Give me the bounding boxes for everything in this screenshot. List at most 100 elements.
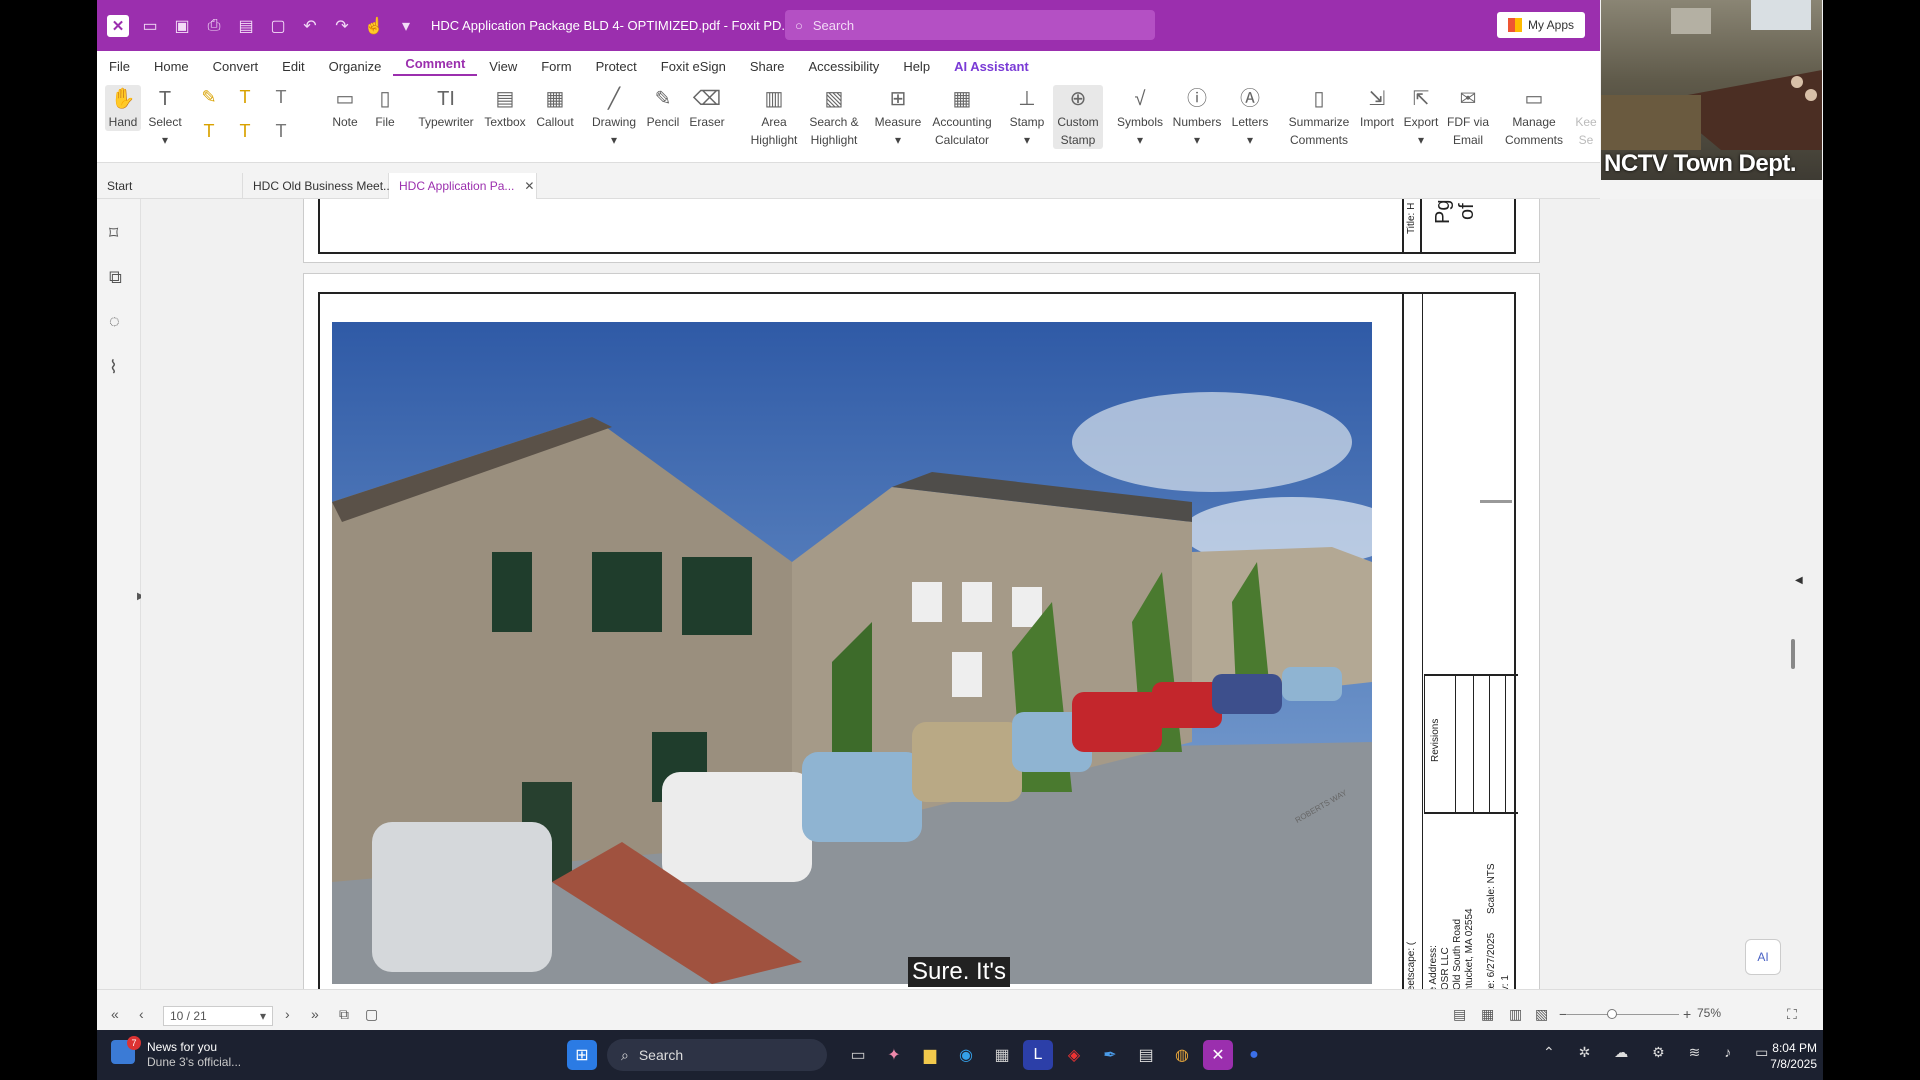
clock[interactable]: 8:04 PM 7/8/2025 <box>1757 1040 1817 1072</box>
last-page-icon[interactable]: » <box>311 1006 319 1022</box>
manage-comments-tool[interactable]: ▭ Manage Comments <box>1503 85 1565 149</box>
close-tab-icon[interactable]: ✕ <box>524 179 534 193</box>
drawing-tool[interactable]: ╱ Drawing ▾ <box>589 85 639 149</box>
summarize-comments-tool[interactable]: ▯ Summarize Comments <box>1287 85 1351 149</box>
my-apps-button[interactable]: My Apps <box>1497 12 1585 38</box>
security-app-icon[interactable]: ◈ <box>1059 1040 1089 1070</box>
menu-organize[interactable]: Organize <box>317 59 394 74</box>
print-icon[interactable]: ⎙ <box>203 17 225 35</box>
strikeout-icon[interactable]: T <box>263 87 299 121</box>
textbox-tool[interactable]: ▤ Textbox <box>483 85 527 131</box>
area-highlight-tool[interactable]: ▥ Area Highlight <box>747 85 801 149</box>
document-viewport[interactable]: Title: H Pg of ROBERTS WAY Revisions Str… <box>141 199 1823 989</box>
export-pdf-icon[interactable]: ▢ <box>267 16 289 36</box>
menu-file[interactable]: File <box>97 59 142 74</box>
collapse-right-panel-icon[interactable]: ◀ <box>1795 575 1803 586</box>
accounting-calculator-tool[interactable]: ▦ Accounting Calculator <box>929 85 995 149</box>
customize-dropdown-icon[interactable]: ▾ <box>395 16 417 36</box>
tab-hdc-old-business[interactable]: HDC Old Business Meet... <box>243 173 393 199</box>
zoom-out-icon[interactable]: − <box>1559 1006 1567 1022</box>
edge-browser-icon[interactable]: ◉ <box>951 1040 981 1070</box>
open-folder-icon[interactable]: ▭ <box>139 16 161 36</box>
menu-view[interactable]: View <box>477 59 529 74</box>
fullscreen-icon[interactable]: ⛶ <box>1787 1006 1797 1023</box>
first-page-icon[interactable]: « <box>111 1006 119 1022</box>
redo-icon[interactable]: ↷ <box>331 16 353 36</box>
next-view-icon[interactable]: ▢ <box>365 1006 378 1023</box>
comments-icon[interactable]: ◌ <box>109 311 120 332</box>
eraser-tool[interactable]: ⌫ Eraser <box>687 85 727 131</box>
pencil-tool[interactable]: ✎ Pencil <box>645 85 681 131</box>
menu-ai-assistant[interactable]: AI Assistant <box>942 59 1041 74</box>
squiggly-icon[interactable]: T <box>191 121 227 155</box>
menu-edit[interactable]: Edit <box>270 59 316 74</box>
measure-tool[interactable]: ⊞ Measure ▾ <box>873 85 923 149</box>
zoom-slider-handle[interactable] <box>1607 1009 1617 1019</box>
taskbar-search[interactable]: ⌕ Search <box>607 1039 827 1071</box>
create-pdf-icon[interactable]: ▤ <box>235 16 257 36</box>
menu-foxit-esign[interactable]: Foxit eSign <box>649 59 738 74</box>
fdf-via-email-tool[interactable]: ✉ FDF via Email <box>1445 85 1491 149</box>
tab-hdc-application[interactable]: HDC Application Pa... ✕ <box>389 173 537 199</box>
copilot-icon[interactable]: ✦ <box>879 1040 909 1070</box>
undo-icon[interactable]: ↶ <box>299 16 321 36</box>
symbols-tool[interactable]: √ Symbols ▾ <box>1115 85 1165 149</box>
next-page-icon[interactable]: › <box>285 1006 290 1022</box>
previous-view-icon[interactable]: ⧉ <box>339 1006 349 1023</box>
zoom-in-icon[interactable]: + <box>1683 1006 1691 1022</box>
continuous-view-icon[interactable]: ▦ <box>1481 1006 1494 1023</box>
file-explorer-icon[interactable]: ▆ <box>915 1040 945 1070</box>
callout-tool[interactable]: ▦ Callout <box>533 85 577 131</box>
custom-stamp-tool[interactable]: ⊕ Custom Stamp <box>1053 85 1103 149</box>
news-widget[interactable]: News for you Dune 3's official... <box>147 1040 241 1070</box>
search-box[interactable]: ○ Search <box>785 10 1155 40</box>
menu-form[interactable]: Form <box>529 59 583 74</box>
zoom-app-icon[interactable]: ● <box>1239 1040 1269 1070</box>
facing-view-icon[interactable]: ▥ <box>1509 1006 1522 1023</box>
highlight-icon[interactable]: ✎ <box>191 87 227 121</box>
stamp-tool[interactable]: ⊥ Stamp ▾ <box>1007 85 1047 149</box>
menu-convert[interactable]: Convert <box>201 59 271 74</box>
system-tray[interactable]: ⌃ ✲ ☁ ⚙ ≋ ♪ ▭ <box>1543 1044 1778 1061</box>
search-highlight-tool[interactable]: ▧ Search & Highlight <box>805 85 863 149</box>
store-icon[interactable]: ▦ <box>987 1040 1017 1070</box>
note-tool[interactable]: ▭ Note <box>327 85 363 131</box>
underline-icon[interactable]: T <box>227 87 263 121</box>
typewriter-tool[interactable]: TI Typewriter <box>415 85 477 131</box>
ai-assistant-floating-icon[interactable]: AI <box>1745 939 1781 975</box>
menu-home[interactable]: Home <box>142 59 201 74</box>
menu-share[interactable]: Share <box>738 59 797 74</box>
app-l-icon[interactable]: L <box>1023 1040 1053 1070</box>
pen-app-icon[interactable]: ✒ <box>1095 1040 1125 1070</box>
windows-start-icon[interactable]: ⊞ <box>567 1040 597 1070</box>
tab-start[interactable]: Start <box>97 173 243 199</box>
foxit-taskbar-icon[interactable]: ✕ <box>1203 1040 1233 1070</box>
continuous-facing-view-icon[interactable]: ▧ <box>1535 1006 1548 1023</box>
bookmark-icon[interactable]: ⌑ <box>109 223 118 244</box>
keep-tool-selected[interactable]: Kee Se <box>1575 85 1597 149</box>
save-icon[interactable]: ▣ <box>171 16 193 36</box>
vertical-scrollbar-thumb[interactable] <box>1791 639 1795 669</box>
file-attach-tool[interactable]: ▯ File <box>369 85 401 131</box>
chrome-icon[interactable]: ◍ <box>1167 1040 1197 1070</box>
numbers-tool[interactable]: ⓘ Numbers ▾ <box>1171 85 1223 149</box>
hand-tool[interactable]: ✋ Hand <box>105 85 141 131</box>
import-tool[interactable]: ⇲ Import <box>1357 85 1397 131</box>
attachment-icon[interactable]: ⌇ <box>109 357 118 378</box>
menu-protect[interactable]: Protect <box>584 59 649 74</box>
task-view-icon[interactable]: ▭ <box>843 1040 873 1070</box>
hand-tool-icon[interactable]: ☝ <box>363 16 385 36</box>
page-number-field[interactable]: 10 / 21 ▾ <box>163 1006 273 1026</box>
document-app-icon[interactable]: ▤ <box>1131 1040 1161 1070</box>
zoom-slider-track[interactable] <box>1567 1014 1679 1015</box>
select-tool[interactable]: T Select ▾ <box>145 85 185 149</box>
menu-accessibility[interactable]: Accessibility <box>797 59 892 74</box>
replace-text-icon[interactable]: T <box>227 121 263 155</box>
menu-help[interactable]: Help <box>891 59 942 74</box>
zoom-value[interactable]: 75% <box>1697 1006 1721 1020</box>
pages-icon[interactable]: ⧉ <box>109 267 122 288</box>
insert-text-icon[interactable]: T <box>263 121 299 155</box>
letters-tool[interactable]: Ⓐ Letters ▾ <box>1227 85 1273 149</box>
previous-page-icon[interactable]: ‹ <box>139 1006 144 1022</box>
menu-comment[interactable]: Comment <box>393 56 478 76</box>
